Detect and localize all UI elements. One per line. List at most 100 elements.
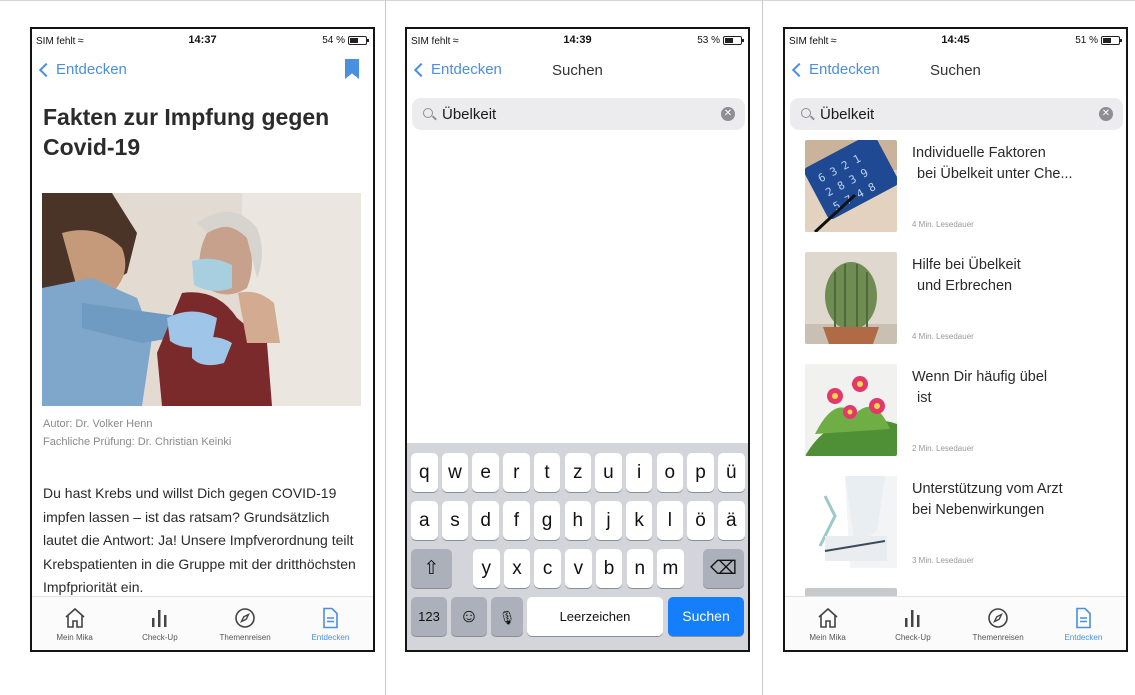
key-z[interactable]: z (564, 453, 591, 492)
key-h[interactable]: h (564, 501, 591, 540)
result-thumbnail (805, 252, 897, 344)
tab-label: Themenreisen (219, 633, 271, 642)
list-item[interactable]: Hilfe bei Übelkeit und Erbrechen 4 Min. L… (785, 249, 1126, 361)
phone-search-keyboard-screen: SIM fehlt ≈ 14:39 53 % Entdecken Suchen Ü… (405, 27, 750, 652)
key-v[interactable]: v (565, 549, 592, 588)
battery-icon (1101, 36, 1122, 45)
result-title: Hilfe bei Übelkeit (912, 257, 1021, 273)
battery-percent: 51 % (1075, 35, 1098, 46)
battery-percent: 53 % (697, 35, 720, 46)
tab-themenreisen[interactable]: Themenreisen (203, 597, 288, 650)
result-reading-time: 4 Min. Lesedauer (912, 332, 974, 341)
bookmark-icon[interactable] (345, 59, 359, 79)
shift-icon: ⇧ (423, 558, 440, 579)
key-i[interactable]: i (625, 453, 653, 492)
backspace-icon: ⌫ (710, 558, 737, 579)
list-item[interactable]: Unterstützung vom Arzt bei Nebenwirkungen… (785, 473, 1126, 585)
tab-label: Mein Mika (56, 633, 93, 642)
clear-icon[interactable]: ✕ (721, 107, 735, 121)
delete-key[interactable]: ⌫ (703, 549, 744, 588)
key-n[interactable]: n (626, 549, 653, 588)
tab-themenreisen[interactable]: Themenreisen (956, 597, 1041, 650)
key-k[interactable]: k (625, 501, 653, 540)
bar-chart-icon (148, 606, 172, 630)
key-w[interactable]: w (441, 453, 469, 492)
status-bar: SIM fehlt ≈ 14:39 53 % (407, 29, 748, 53)
article-body: Du hast Krebs und willst Dich gegen COVI… (43, 485, 356, 595)
nav-title: Suchen (552, 62, 603, 79)
key-e[interactable]: e (472, 453, 499, 492)
dictation-key[interactable]: 🎙 (491, 597, 523, 636)
battery-fill (350, 38, 358, 43)
battery-fill (725, 38, 733, 43)
tab-mein-mika[interactable]: Mein Mika (785, 597, 870, 650)
key-ü[interactable]: ü (718, 453, 745, 492)
back-button[interactable]: Entdecken (35, 61, 127, 78)
list-item[interactable]: Wenn Dir häufig übel ist 2 Min. Lesedauer (785, 361, 1126, 473)
chevron-left-icon (791, 62, 807, 77)
tab-label: Themenreisen (972, 633, 1024, 642)
nav-bar: Entdecken Suchen (407, 53, 748, 89)
key-o[interactable]: o (656, 453, 684, 492)
numbers-key[interactable]: 123 (411, 597, 447, 636)
shift-key[interactable]: ⇧ (411, 549, 452, 588)
result-title-line2: bei Übelkeit unter Che... (917, 166, 1073, 182)
list-item[interactable]: 6 3 2 1 2 8 3 9 5 7 4 8 Individuelle Fak… (785, 137, 1126, 249)
back-label: Entdecken (809, 61, 880, 78)
result-title-line2: ist (917, 390, 932, 406)
key-b[interactable]: b (595, 549, 623, 588)
key-ä[interactable]: ä (718, 501, 745, 540)
result-title: Individuelle Faktoren (912, 145, 1046, 161)
column-divider (385, 0, 386, 695)
result-title: Wenn Dir häufig übel (912, 369, 1048, 385)
result-thumbnail (805, 476, 897, 568)
result-thumbnail: 6 3 2 1 2 8 3 9 5 7 4 8 (805, 140, 897, 232)
home-icon (63, 606, 87, 630)
key-ö[interactable]: ö (687, 501, 714, 540)
key-d[interactable]: d (472, 501, 499, 540)
article-reviewer: Fachliche Prüfung: Dr. Christian Keinki (43, 436, 232, 448)
key-l[interactable]: l (656, 501, 684, 540)
tab-mein-mika[interactable]: Mein Mika (32, 597, 117, 650)
search-go-key[interactable]: Suchen (668, 597, 744, 636)
tab-entdecken[interactable]: Entdecken (288, 597, 373, 650)
nav-bar: Entdecken (32, 53, 373, 89)
key-q[interactable]: q (411, 453, 438, 492)
key-u[interactable]: u (595, 453, 622, 492)
space-key[interactable]: Leerzeichen (527, 597, 663, 636)
chevron-left-icon (38, 62, 54, 77)
clear-icon[interactable]: ✕ (1099, 107, 1113, 121)
result-reading-time: 2 Min. Lesedauer (912, 444, 974, 453)
result-title-line2: bei Nebenwirkungen (912, 502, 1045, 518)
tab-label: Entdecken (311, 633, 350, 642)
tab-label: Check-Up (142, 633, 178, 642)
key-s[interactable]: s (441, 501, 469, 540)
key-t[interactable]: t (533, 453, 561, 492)
key-m[interactable]: m (657, 549, 684, 588)
home-icon (816, 606, 840, 630)
result-reading-time: 3 Min. Lesedauer (912, 556, 974, 565)
article-title: Fakten zur Impfung gegen Covid-19 (43, 104, 330, 160)
key-y[interactable]: y (473, 549, 500, 588)
result-reading-time: 4 Min. Lesedauer (912, 220, 974, 229)
tab-check-up[interactable]: Check-Up (117, 597, 202, 650)
tab-check-up[interactable]: Check-Up (870, 597, 955, 650)
key-a[interactable]: a (411, 501, 438, 540)
key-f[interactable]: f (503, 501, 530, 540)
result-thumbnail (805, 364, 897, 456)
key-j[interactable]: j (595, 501, 622, 540)
key-g[interactable]: g (533, 501, 561, 540)
key-c[interactable]: c (534, 549, 561, 588)
back-button[interactable]: Entdecken (410, 61, 502, 78)
key-x[interactable]: x (503, 549, 531, 588)
back-label: Entdecken (56, 61, 127, 78)
tab-entdecken[interactable]: Entdecken (1041, 597, 1126, 650)
search-input[interactable]: Übelkeit ✕ (412, 98, 745, 130)
key-p[interactable]: p (687, 453, 714, 492)
search-input[interactable]: Übelkeit ✕ (790, 98, 1123, 130)
result-title: Unterstützung vom Arzt (912, 481, 1063, 497)
emoji-key[interactable]: ☺ (451, 597, 487, 636)
chevron-left-icon (413, 62, 429, 77)
back-button[interactable]: Entdecken (788, 61, 880, 78)
key-r[interactable]: r (503, 453, 530, 492)
